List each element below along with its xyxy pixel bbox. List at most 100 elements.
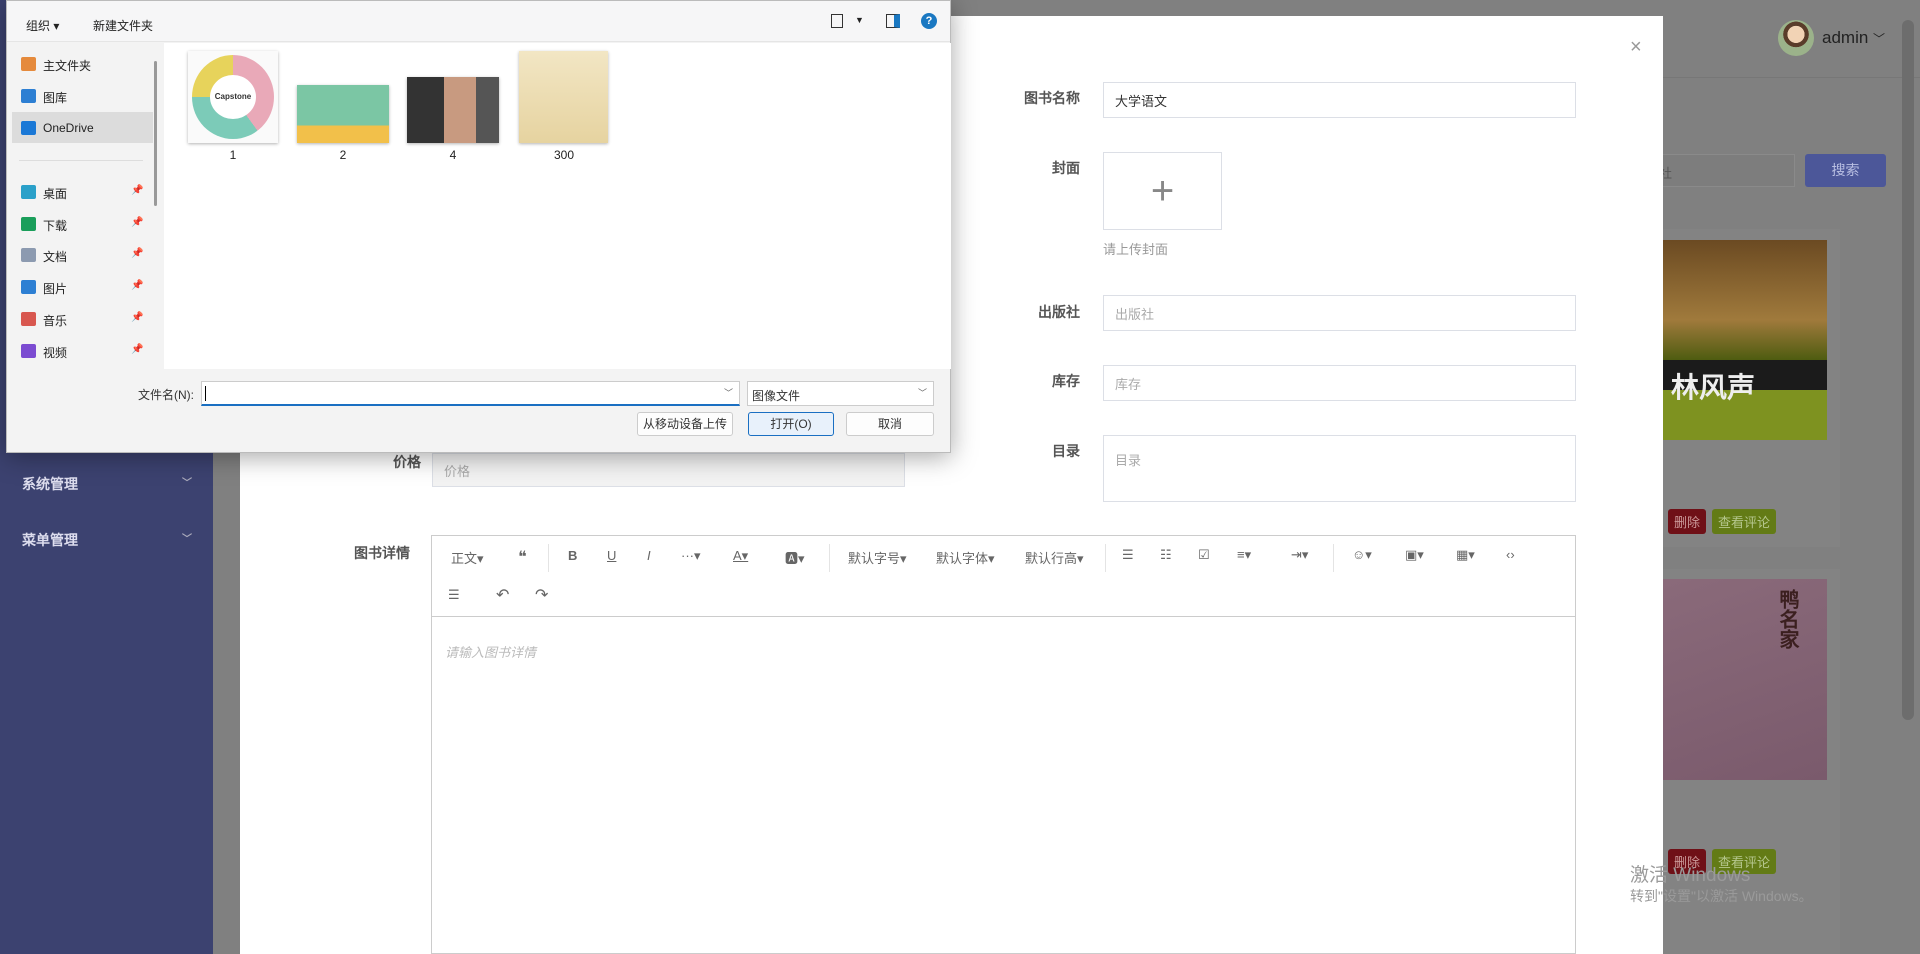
search-button[interactable]: 搜索 xyxy=(1805,154,1886,187)
nav-label: 下载 xyxy=(43,219,68,233)
ordered-list-icon[interactable]: ☷ xyxy=(1160,547,1172,563)
nav-item[interactable]: 文档 📌 xyxy=(21,248,143,265)
image-icon[interactable]: ▣▾ xyxy=(1405,547,1424,563)
sidebar-item-system[interactable]: 系统管理 ﹀ xyxy=(22,474,192,494)
upload-from-mobile-button[interactable]: 从移动设备上传 xyxy=(637,412,733,436)
pin-icon[interactable]: 📌 xyxy=(131,344,143,355)
filename-input[interactable]: ﹀ xyxy=(201,381,740,406)
divider xyxy=(1105,544,1106,572)
new-folder-button[interactable]: 新建文件夹 xyxy=(93,17,153,34)
username: admin xyxy=(1822,28,1869,47)
name-label: 图书名称 xyxy=(1024,90,1080,106)
font-family-select[interactable]: 默认字体▾ xyxy=(936,548,995,567)
scrollbar[interactable] xyxy=(1902,20,1914,720)
chevron-down-icon[interactable]: ﹀ xyxy=(724,386,733,399)
align-icon[interactable]: ≡▾ xyxy=(1237,547,1251,563)
file-thumbnail[interactable] xyxy=(297,85,389,143)
bold-icon[interactable]: B xyxy=(568,548,577,563)
nav-label: 图片 xyxy=(43,282,68,296)
todo-icon[interactable]: ☑ xyxy=(1198,547,1210,563)
file-open-dialog: 组织 ▾ 新建文件夹 ▼ ? › 主文件夹图库OneDrive桌面📌下载📌文档📌… xyxy=(6,0,951,453)
close-icon[interactable]: × xyxy=(1630,36,1642,59)
file-name[interactable]: 2 xyxy=(298,148,388,162)
open-button[interactable]: 打开(O) xyxy=(748,412,834,436)
help-icon[interactable]: ? xyxy=(921,13,937,29)
redo-icon[interactable]: ↷ xyxy=(535,585,548,605)
underline-icon[interactable]: U xyxy=(607,548,616,563)
cover-upload[interactable]: + xyxy=(1103,152,1222,230)
pin-icon[interactable]: 📌 xyxy=(131,280,143,291)
chevron-down-icon: ﹀ xyxy=(182,534,192,545)
divider xyxy=(829,544,830,572)
book-cover[interactable]: 鸭名家 xyxy=(1663,579,1827,780)
nav-scrollbar[interactable] xyxy=(154,61,157,206)
publisher-label: 出版社 xyxy=(1038,304,1080,320)
label: 系统管理 xyxy=(22,476,78,492)
pin-icon[interactable]: 📌 xyxy=(131,217,143,228)
nav-label: 图库 xyxy=(43,91,68,105)
stock-input[interactable]: 库存 xyxy=(1103,365,1576,401)
detail-label: 图书详情 xyxy=(354,545,410,561)
more-icon[interactable]: ···▾ xyxy=(681,548,701,564)
undo-icon[interactable]: ↶ xyxy=(496,585,509,605)
price-input[interactable]: 价格 xyxy=(432,453,905,487)
placeholder: 价格 xyxy=(444,463,471,479)
user-menu[interactable]: admin ﹀ xyxy=(1822,28,1885,48)
placeholder: 出版社 xyxy=(1115,306,1155,322)
nav-item[interactable]: 图库 xyxy=(21,89,68,106)
book-name-input[interactable]: 大学语文 xyxy=(1103,82,1576,118)
filetype-select[interactable]: 图像文件 ﹀ xyxy=(747,381,934,406)
font-size-select[interactable]: 默认字号▾ xyxy=(848,548,907,567)
line-height-select[interactable]: 默认行高▾ xyxy=(1025,548,1084,567)
pin-icon[interactable]: 📌 xyxy=(131,248,143,259)
cancel-button[interactable]: 取消 xyxy=(846,412,934,436)
nav-item[interactable]: OneDrive xyxy=(21,121,94,135)
code-icon[interactable]: ‹› xyxy=(1506,547,1515,562)
avatar[interactable] xyxy=(1778,20,1814,56)
sidebar-item-menu[interactable]: 菜单管理 ﹀ xyxy=(22,530,192,550)
nav-item[interactable]: 图片 📌 xyxy=(21,280,143,297)
file-name[interactable]: 300 xyxy=(519,148,609,162)
pin-icon[interactable]: 📌 xyxy=(131,312,143,323)
view-comments-button[interactable]: 查看评论 xyxy=(1712,509,1777,534)
file-thumbnail[interactable] xyxy=(519,51,608,143)
delete-button[interactable]: 删除 xyxy=(1668,509,1707,534)
label: 菜单管理 xyxy=(22,532,78,548)
file-thumbnail[interactable] xyxy=(407,77,499,143)
divider xyxy=(19,160,143,161)
italic-icon[interactable]: I xyxy=(647,548,651,563)
video-icon xyxy=(21,344,36,358)
organize-button[interactable]: 组织 ▾ xyxy=(26,17,59,34)
quote-icon[interactable]: ❝ xyxy=(518,547,527,567)
background-color-icon[interactable]: 🅰▾ xyxy=(785,548,805,567)
font-color-icon[interactable]: A▾ xyxy=(733,548,748,564)
nav-item[interactable]: 桌面 📌 xyxy=(21,185,143,202)
file-name[interactable]: 1 xyxy=(188,148,278,162)
chevron-down-icon[interactable]: ▼ xyxy=(855,15,864,25)
nav-item[interactable]: 视频 📌 xyxy=(21,344,143,361)
nav-label: 主文件夹 xyxy=(43,59,92,73)
heading-select[interactable]: 正文▾ xyxy=(451,548,484,567)
bullet-list-icon[interactable]: ☰ xyxy=(1122,547,1134,563)
preview-pane-icon[interactable] xyxy=(886,14,900,28)
view-icon[interactable] xyxy=(831,14,843,28)
table-icon[interactable]: ▦▾ xyxy=(1456,547,1475,563)
nav-item[interactable]: 下载 📌 xyxy=(21,217,143,234)
divider-icon[interactable]: ☰ xyxy=(448,587,460,603)
cover-hint: 请上传封面 xyxy=(1103,242,1169,257)
nav-item[interactable]: 主文件夹 xyxy=(21,57,92,74)
pin-icon[interactable]: 📌 xyxy=(131,185,143,196)
book-cover[interactable]: 林风声 xyxy=(1663,240,1827,440)
editor-content[interactable]: 请输入图书详情 xyxy=(445,642,536,661)
file-name[interactable]: 4 xyxy=(408,148,498,162)
emoji-icon[interactable]: ☺▾ xyxy=(1352,547,1372,563)
indent-icon[interactable]: ⇥▾ xyxy=(1291,547,1308,563)
publisher-input[interactable]: 出版社 xyxy=(1103,295,1576,331)
nav-label: 视频 xyxy=(43,346,68,360)
catalog-textarea[interactable]: 目录 xyxy=(1103,435,1576,502)
chevron-down-icon: ﹀ xyxy=(917,388,927,398)
file-thumbnail[interactable]: Capstone xyxy=(188,51,278,143)
nav-label: OneDrive xyxy=(43,121,94,135)
nav-item[interactable]: 音乐 📌 xyxy=(21,312,143,329)
plus-icon: + xyxy=(1150,168,1175,213)
